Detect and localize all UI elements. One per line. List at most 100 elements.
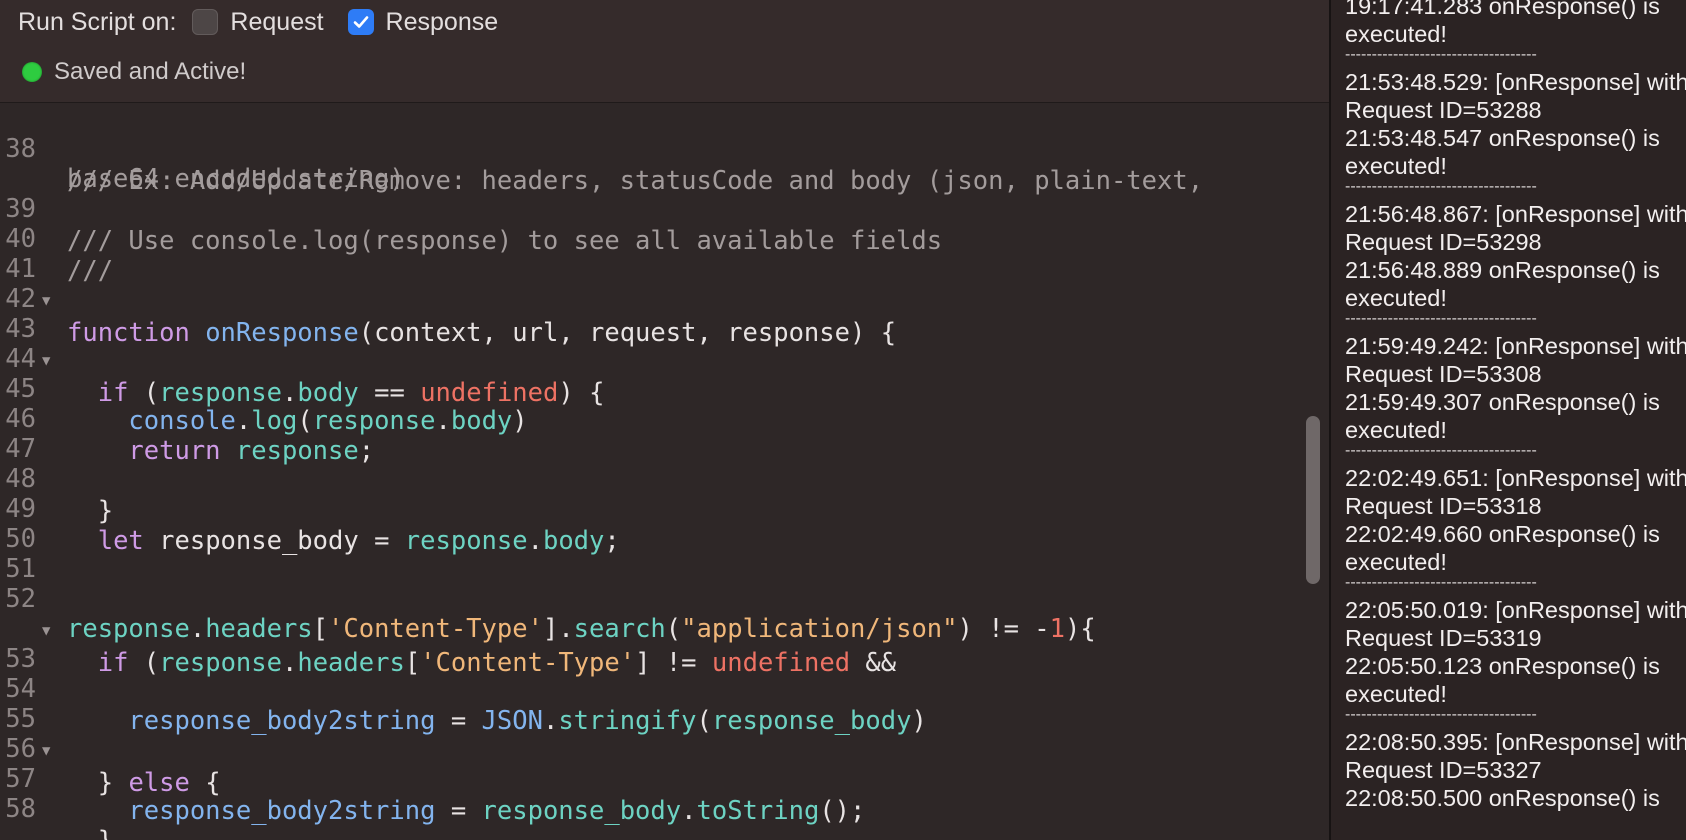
- code-token: response: [159, 648, 282, 678]
- code-token: (: [128, 378, 160, 408]
- run-script-on-label: Run Script on:: [18, 7, 177, 36]
- code-token: "application/json": [681, 614, 958, 644]
- log-entry: executed!: [1345, 681, 1447, 707]
- code-token: &&: [850, 648, 897, 678]
- code-token: (: [128, 648, 160, 678]
- code-line: 44: [0, 311, 92, 374]
- code-token: ): [911, 706, 927, 736]
- code-line: 54 response_body2string = JSON.stringify…: [0, 641, 927, 736]
- code-line: 55 ▼ } else {: [0, 671, 220, 798]
- code-token: ;: [604, 526, 620, 556]
- code-token: 'Content-Type': [328, 614, 543, 644]
- code-token: response: [235, 436, 359, 466]
- log-entry: Request ID=53288: [1345, 97, 1542, 123]
- code-text: if (response.headers['Content-Type'] != …: [67, 647, 896, 679]
- code-token: 'Content-Type': [420, 648, 636, 678]
- code-token: .: [681, 796, 697, 826]
- code-token: (: [665, 614, 682, 644]
- log-separator: ------------------------------------: [1345, 46, 1537, 63]
- log-separator: ------------------------------------: [1345, 310, 1537, 327]
- code-token: response: [404, 526, 528, 556]
- code-text: function onResponse(context, url, reques…: [67, 317, 896, 349]
- log-entry: 21:59:49.242: [onResponse] with: [1345, 333, 1686, 359]
- code-line: 53: [0, 611, 92, 674]
- code-editor[interactable]: 38 /// Ex: Add/Update/Remove: headers, s…: [0, 88, 1310, 840]
- request-checkbox[interactable]: [192, 9, 219, 35]
- log-entry: Request ID=53327: [1345, 757, 1542, 783]
- log-separator: ------------------------------------: [1345, 706, 1537, 723]
- code-token: response: [159, 378, 282, 408]
- log-entry: 22:02:49.651: [onResponse] with: [1345, 465, 1686, 491]
- request-checkbox-label[interactable]: Request: [230, 8, 323, 37]
- log-entry: executed!: [1345, 153, 1447, 179]
- code-token: ]: [635, 648, 651, 678]
- response-checkbox-option[interactable]: Response: [347, 8, 499, 37]
- code-token: stringify: [558, 706, 697, 736]
- code-line: 52 ▼ if (response.headers['Content-Type'…: [0, 551, 896, 678]
- code-token: }: [97, 496, 114, 526]
- request-checkbox-option[interactable]: Request: [192, 8, 324, 37]
- log-entry: executed!: [1345, 21, 1447, 47]
- code-token: response_body =: [143, 526, 405, 556]
- log-entry: 21:56:48.889 onResponse() is: [1345, 257, 1660, 283]
- code-text: response.headers['Content-Type'].search(…: [67, 613, 1096, 645]
- code-token: if: [97, 378, 129, 408]
- code-text: response_body2string = response_body.toS…: [67, 795, 865, 827]
- code-comment: /// Use console.log(response) to see all…: [67, 226, 943, 256]
- code-token: !=: [650, 648, 712, 678]
- code-token: response_body: [711, 706, 912, 736]
- response-checkbox[interactable]: [347, 9, 374, 35]
- code-token: != -: [972, 614, 1050, 644]
- code-comment: base64 encoded string): [67, 164, 405, 194]
- status-text: Saved and Active!: [54, 58, 247, 85]
- code-token: undefined: [420, 378, 559, 408]
- code-line: 41 ▼ function onResponse(context, url, r…: [0, 221, 896, 348]
- code-token: body: [297, 378, 359, 408]
- log-separator: ------------------------------------: [1345, 442, 1537, 459]
- code-token: response_body2string: [128, 796, 436, 826]
- code-token: ==: [358, 378, 421, 408]
- code-token: .: [435, 406, 451, 436]
- log-entry: 22:08:50.500 onResponse() is: [1345, 785, 1660, 811]
- code-line: 47: [0, 401, 92, 464]
- response-checkbox-label[interactable]: Response: [386, 8, 499, 37]
- code-token: .: [281, 648, 298, 678]
- log-separator: ------------------------------------: [1345, 574, 1537, 591]
- code-line: 50: [0, 491, 92, 554]
- code-token: =: [435, 706, 482, 736]
- code-line: 48 }: [0, 431, 113, 526]
- status-row: Saved and Active!: [22, 56, 246, 88]
- log-entry: Request ID=53308: [1345, 361, 1542, 387]
- code-token: JSON: [481, 706, 543, 736]
- code-line: 40 ///: [0, 191, 113, 286]
- console-log-pane[interactable]: 19:17:41.283 onResponse() is executed! ---…: [1331, 0, 1686, 840]
- run-script-on-row: Run Script on: Request Response: [18, 6, 522, 38]
- log-entry: 21:53:48.529: [onResponse] with: [1345, 69, 1686, 95]
- editor-scrollbar[interactable]: [1306, 416, 1320, 584]
- code-token: ) {: [558, 378, 605, 408]
- code-token: }: [97, 768, 129, 798]
- code-token: body: [542, 526, 605, 556]
- log-entry: Request ID=53318: [1345, 493, 1542, 519]
- log-separator: ------------------------------------: [1345, 178, 1537, 195]
- log-entry: 22:05:50.123 onResponse() is: [1345, 653, 1660, 679]
- code-line: 49 let response_body = response.body;: [0, 461, 619, 556]
- log-entry: 22:05:50.019: [onResponse] with: [1345, 597, 1686, 623]
- code-line: 39 /// Use console.log(response) to see …: [0, 161, 942, 256]
- code-text: response_body2string = JSON.stringify(re…: [67, 705, 927, 737]
- code-token: 1: [1049, 614, 1065, 644]
- code-text: let response_body = response.body;: [67, 525, 620, 557]
- code-line: 46 return response;: [0, 371, 374, 466]
- code-token: .: [235, 406, 252, 436]
- code-token: (: [297, 406, 313, 436]
- log-entry: 21:56:48.867: [onResponse] with: [1345, 201, 1686, 227]
- code-token: }: [98, 826, 113, 840]
- code-token: response: [312, 406, 436, 436]
- code-text: console.log(response.body): [67, 405, 527, 437]
- code-token: return: [128, 436, 221, 466]
- code-token: [: [404, 648, 421, 678]
- script-editor-pane: Run Script on: Request Response Saved an…: [0, 0, 1329, 840]
- code-token: body: [450, 406, 513, 436]
- code-line: 57 response_body2string = response_body.…: [0, 731, 865, 826]
- code-line: 45 console.log(response.body): [0, 341, 527, 436]
